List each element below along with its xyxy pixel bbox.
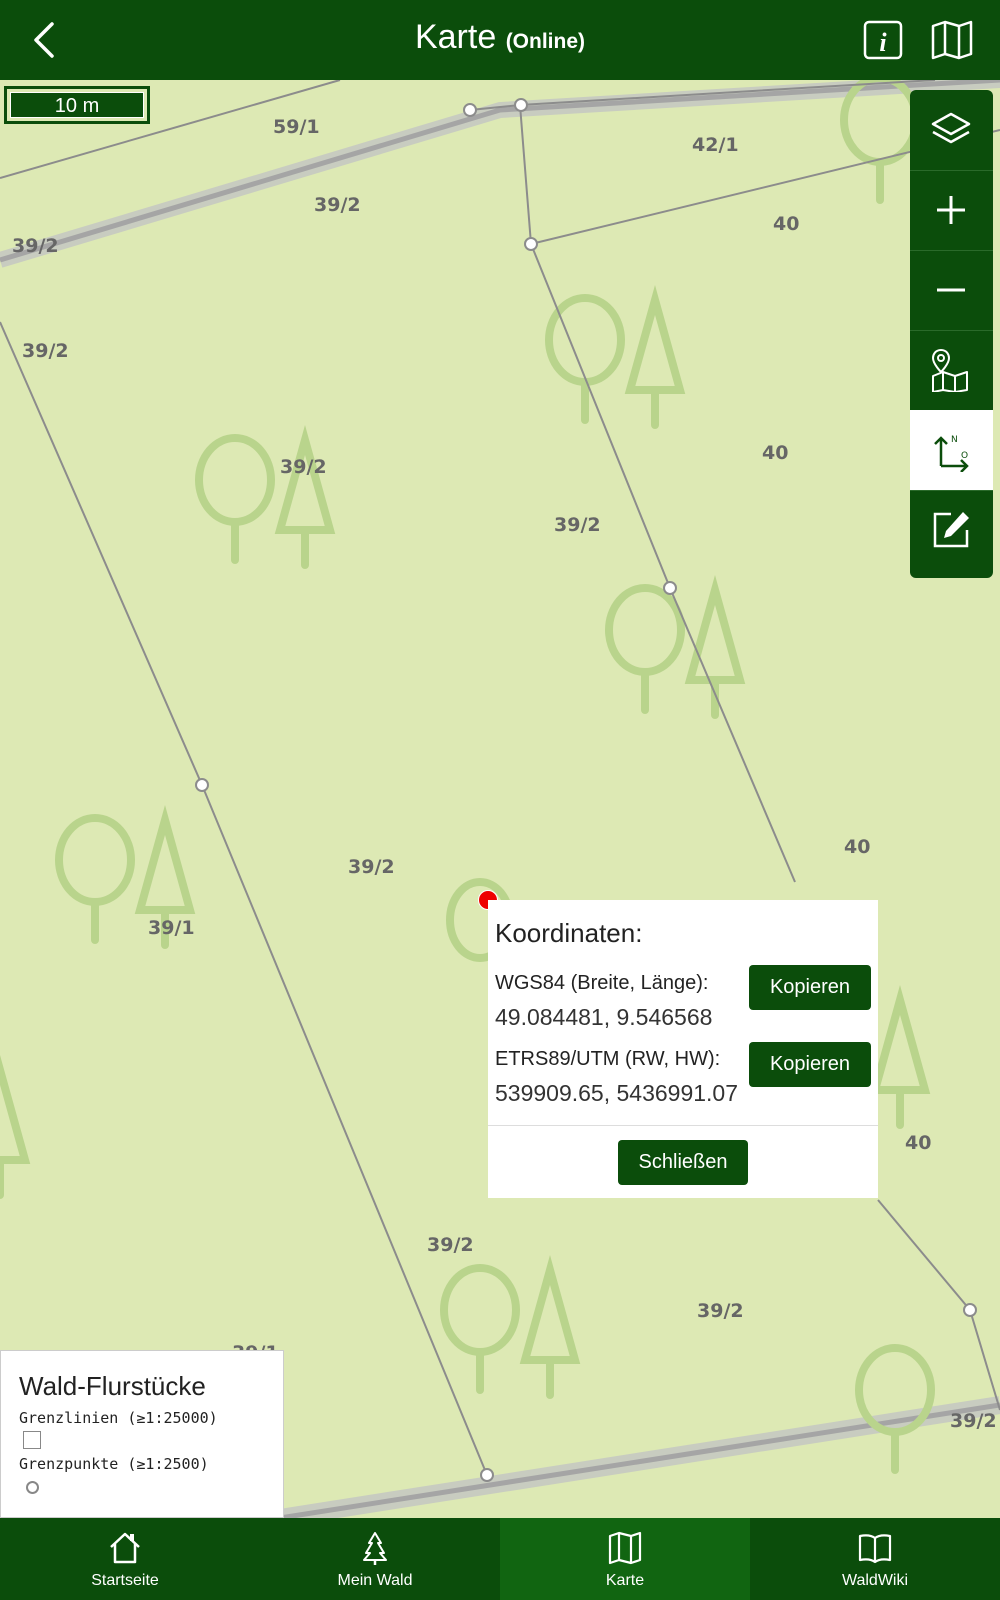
map-toolbar: NO: [910, 90, 993, 578]
parcel-label: 40: [844, 836, 871, 858]
parcel-label: 42/1: [692, 134, 739, 156]
legend-lines-label: Grenzlinien (≥1:25000): [19, 1409, 218, 1427]
wgs84-label: WGS84 (Breite, Länge):: [495, 972, 709, 994]
parcel-label: 39/2: [427, 1234, 474, 1256]
popup-title: Koordinaten:: [495, 918, 643, 948]
tree-icon: [363, 1532, 387, 1565]
legend-title: Wald-Flurstücke: [19, 1371, 206, 1401]
locate-button[interactable]: [910, 330, 993, 411]
copy-wgs84-button[interactable]: Kopieren: [749, 965, 871, 1010]
nav-label: Startseite: [91, 1572, 159, 1589]
coordinates-icon: NO: [934, 435, 969, 472]
map-icon: [608, 1531, 642, 1565]
zoom-out-button[interactable]: [910, 250, 993, 331]
svg-text:O: O: [961, 451, 968, 461]
map-legend: Wald-Flurstücke Grenzlinien (≥1:25000) G…: [0, 1350, 284, 1518]
copy-utm-button[interactable]: Kopieren: [749, 1042, 871, 1087]
parcel-label: 39/2: [348, 856, 395, 878]
map-icon[interactable]: [930, 20, 974, 60]
utm-label: ETRS89/UTM (RW, HW):: [495, 1048, 721, 1070]
map-background: [0, 80, 1000, 1518]
edit-icon: [933, 512, 969, 548]
parcel-label: 40: [762, 442, 789, 464]
nav-label: WaldWiki: [841, 1572, 909, 1589]
book-icon: [858, 1534, 892, 1564]
nav-item-karte[interactable]: Karte: [500, 1518, 750, 1600]
svg-text:i: i: [879, 28, 887, 57]
parcel-label: 59/1: [273, 116, 320, 138]
edit-button[interactable]: [910, 490, 993, 570]
parcel-label: 39/2: [697, 1300, 744, 1322]
parcel-label: 40: [773, 213, 800, 235]
scale-bar: 10 m: [4, 86, 150, 124]
home-icon: [110, 1532, 140, 1564]
legend-points-symbol: [26, 1481, 39, 1494]
zoom-out-icon: [937, 288, 965, 292]
map-canvas[interactable]: 59/1 42/1 39/2 39/2 40 39/2 39/2 40 39/2…: [0, 80, 1000, 1518]
zoom-in-button[interactable]: [910, 170, 993, 251]
header-bar: Karte (Online) i: [0, 0, 1000, 80]
parcel-label: 39/1: [148, 917, 195, 939]
utm-value[interactable]: 539909.65, 5436991.07: [495, 1080, 738, 1107]
parcel-label: 39/2: [314, 194, 361, 216]
parcel-label: 39/2: [12, 235, 59, 257]
legend-lines-symbol: [23, 1431, 41, 1449]
scale-label: 10 m: [10, 92, 144, 118]
map-marker-icon: [931, 348, 968, 392]
coordinates-button[interactable]: NO: [910, 410, 993, 491]
layers-icon: [931, 112, 971, 144]
close-button[interactable]: Schließen: [618, 1140, 748, 1185]
info-icon[interactable]: i: [863, 20, 903, 60]
popup-divider: [488, 1125, 878, 1126]
page-subtitle: (Online): [505, 30, 586, 53]
parcel-label: 39/2: [554, 514, 601, 536]
bottom-navigation: Startseite Mein Wald Karte WaldWiki: [0, 1518, 1000, 1600]
nav-item-startseite[interactable]: Startseite: [0, 1518, 250, 1600]
parcel-label: 39/2: [950, 1410, 997, 1432]
nav-item-mein-wald[interactable]: Mein Wald: [250, 1518, 500, 1600]
zoom-in-icon: [937, 196, 965, 224]
wgs84-value[interactable]: 49.084481, 9.546568: [495, 1004, 712, 1031]
parcel-label: 39/2: [22, 340, 69, 362]
svg-text:N: N: [951, 435, 958, 445]
layers-button[interactable]: [910, 90, 993, 171]
nav-label: Mein Wald: [337, 1572, 413, 1589]
parcel-label: 39/2: [280, 456, 327, 478]
legend-points-label: Grenzpunkte (≥1:2500): [19, 1455, 209, 1473]
coordinates-popup: Koordinaten: WGS84 (Breite, Länge): 49.0…: [488, 900, 878, 1198]
nav-label: Karte: [605, 1572, 645, 1589]
page-title: Karte (Online): [414, 18, 586, 56]
parcel-label: 40: [905, 1132, 932, 1154]
nav-item-waldwiki[interactable]: WaldWiki: [750, 1518, 1000, 1600]
